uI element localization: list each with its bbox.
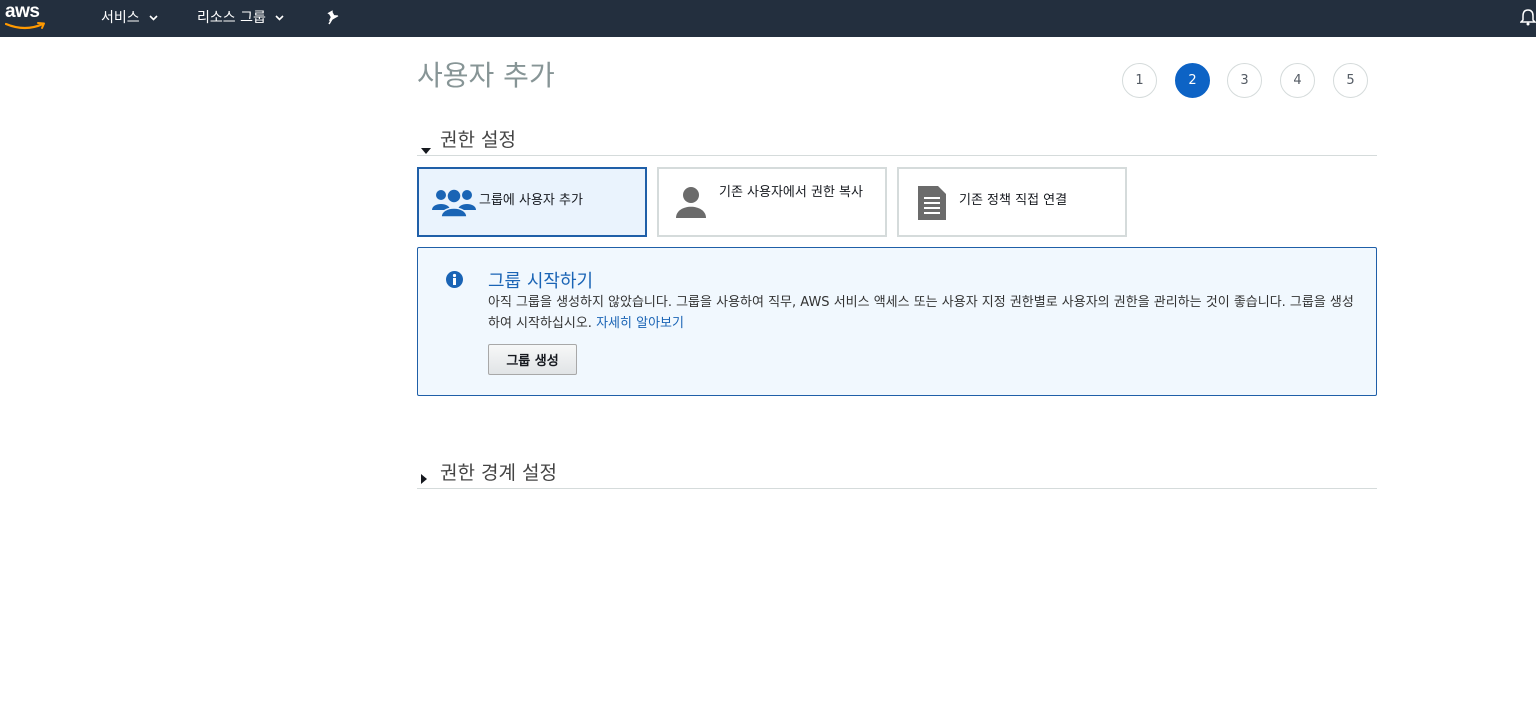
step-5[interactable]: 5	[1333, 63, 1368, 98]
services-label: 서비스	[101, 10, 140, 26]
step-1[interactable]: 1	[1122, 63, 1157, 98]
resource-groups-label: 리소스 그룹	[197, 10, 266, 26]
option-copy-permissions-from-user[interactable]: 기존 사용자에서 권한 복사	[657, 167, 887, 237]
option-label: 기존 정책 직접 연결	[959, 193, 1068, 208]
bell-icon[interactable]	[1520, 0, 1536, 34]
resource-groups-menu[interactable]: 리소스 그룹	[197, 0, 284, 34]
option-add-user-to-group[interactable]: 그룹에 사용자 추가	[417, 167, 647, 237]
aws-logo-text: aws	[5, 1, 40, 22]
page-title: 사용자 추가	[417, 59, 555, 92]
permissions-section-title: 권한 설정	[440, 129, 516, 151]
step-3[interactable]: 3	[1227, 63, 1262, 98]
group-icon	[431, 186, 477, 222]
info-panel: 그룹 시작하기 아직 그룹을 생성하지 않았습니다. 그룹을 사용하여 직무, …	[417, 247, 1377, 396]
aws-logo[interactable]: aws	[5, 1, 49, 32]
step-2-current[interactable]: 2	[1175, 63, 1210, 98]
step-4[interactable]: 4	[1280, 63, 1315, 98]
caret-down-icon	[421, 139, 431, 158]
permissions-section-header[interactable]: 권한 설정	[417, 123, 1377, 156]
option-label: 그룹에 사용자 추가	[479, 193, 583, 208]
document-icon	[917, 185, 947, 225]
pin-icon[interactable]	[326, 0, 340, 34]
permissions-boundary-section-title: 권한 경계 설정	[440, 462, 557, 484]
info-title: 그룹 시작하기	[488, 271, 594, 292]
learn-more-link[interactable]: 자세히 알아보기	[596, 316, 684, 331]
user-icon	[675, 185, 707, 223]
permissions-boundary-section-header[interactable]: 권한 경계 설정	[417, 456, 1377, 489]
services-menu[interactable]: 서비스	[101, 0, 158, 34]
create-group-button[interactable]: 그룹 생성	[488, 344, 577, 375]
aws-smile-icon	[5, 22, 45, 30]
chevron-down-icon	[149, 9, 158, 25]
info-icon	[446, 271, 463, 292]
option-label: 기존 사용자에서 권한 복사	[719, 185, 863, 200]
option-attach-existing-policies[interactable]: 기존 정책 직접 연결	[897, 167, 1127, 237]
chevron-down-icon	[275, 9, 284, 25]
caret-right-icon	[421, 469, 427, 488]
info-text: 아직 그룹을 생성하지 않았습니다. 그룹을 사용하여 직무, AWS 서비스 …	[488, 292, 1358, 334]
top-navigation-bar: aws 서비스 리소스 그룹	[0, 0, 1536, 37]
